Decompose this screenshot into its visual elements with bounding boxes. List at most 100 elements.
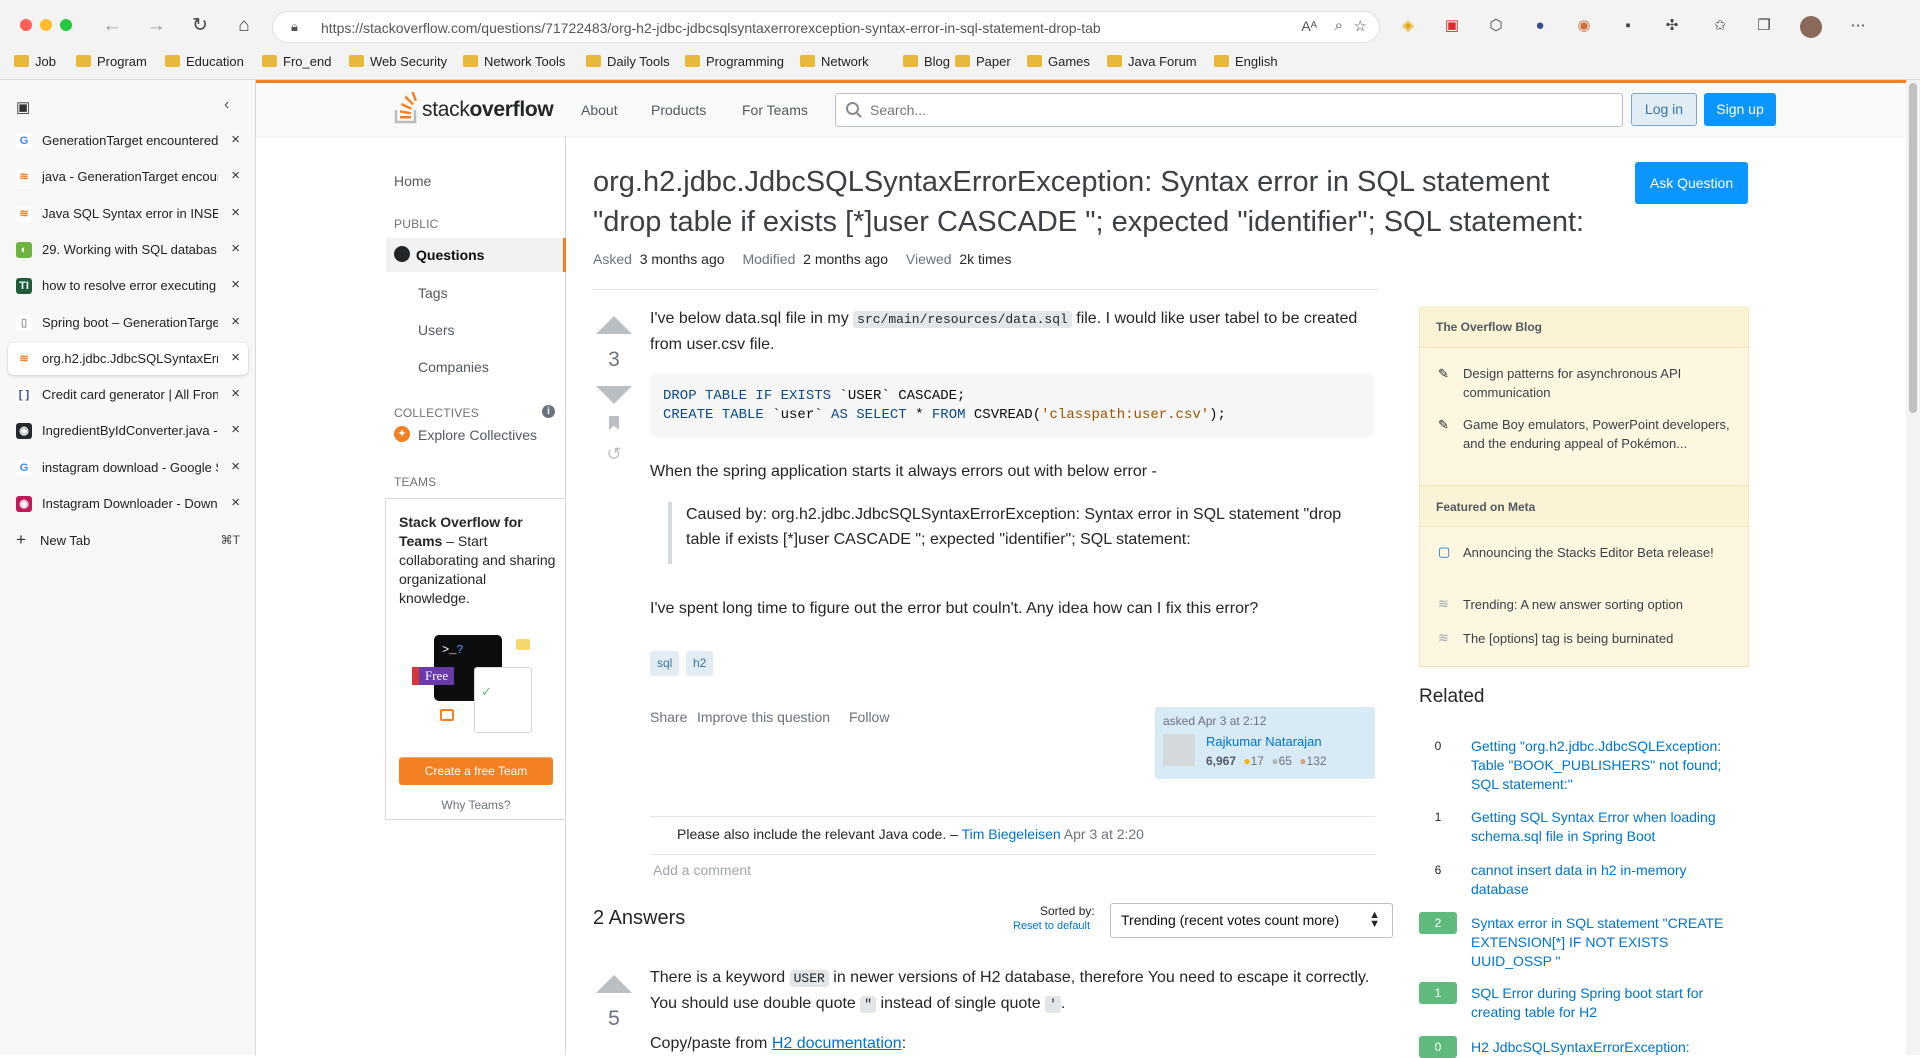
close-tab-icon[interactable]: × <box>231 458 240 475</box>
asker-name-link[interactable]: Rajkumar Natarajan <box>1206 734 1322 749</box>
maximize-window-icon[interactable] <box>60 19 72 31</box>
why-teams-link[interactable]: Why Teams? <box>386 798 566 812</box>
improve-question-link[interactable]: Improve this question <box>697 709 830 725</box>
browser-tab[interactable]: ◐ 29. Working with SQL databas × <box>8 234 248 266</box>
scrollbar-thumb[interactable] <box>1909 83 1917 413</box>
related-question-link[interactable]: SQL Error during Spring boot start for c… <box>1471 984 1746 1022</box>
nav-users[interactable]: Users <box>418 322 455 338</box>
browser-tab[interactable]: G GenerationTarget encountered × <box>8 125 248 157</box>
close-tab-icon[interactable]: × <box>231 349 240 366</box>
browser-tab[interactable]: ◉ IngredientByIdConverter.java - × <box>8 415 248 447</box>
meta-item[interactable]: The [options] tag is being burninated <box>1463 629 1733 648</box>
favorite-star-icon[interactable]: ☆ <box>1354 17 1367 35</box>
bookmark-programming[interactable]: Programming <box>685 54 784 69</box>
zoom-icon[interactable]: ⌕ <box>1335 17 1343 34</box>
close-tab-icon[interactable]: × <box>231 313 240 330</box>
forward-icon[interactable]: → <box>144 14 168 38</box>
close-tab-icon[interactable]: × <box>231 204 240 221</box>
extension-icon-5[interactable]: ◉ <box>1574 16 1594 36</box>
minimize-window-icon[interactable] <box>40 19 52 31</box>
related-question-link[interactable]: H2 JdbcSQLSyntaxErrorException: <box>1471 1038 1746 1057</box>
blog-item[interactable]: Design patterns for asynchronous API com… <box>1463 364 1733 402</box>
h2-documentation-link[interactable]: H2 documentation <box>772 1035 902 1052</box>
address-bar[interactable]: 🔒︎ https://stackoverflow.com/questions/7… <box>272 11 1380 43</box>
tab-actions-icon[interactable]: ▣ <box>16 98 30 116</box>
signup-button[interactable]: Sign up <box>1704 93 1776 126</box>
bookmark-games[interactable]: Games <box>1027 54 1090 69</box>
browser-tab[interactable]: [ ] Credit card generator | All Fron × <box>8 379 248 411</box>
reload-icon[interactable]: ↻ <box>188 14 212 38</box>
bookmark-education[interactable]: Education <box>165 54 244 69</box>
info-icon[interactable]: i <box>542 405 555 418</box>
site-logo[interactable]: stackoverflow <box>394 92 554 124</box>
profile-avatar[interactable] <box>1800 16 1822 38</box>
close-tab-icon[interactable]: × <box>231 167 240 184</box>
close-tab-icon[interactable]: × <box>231 240 240 257</box>
explore-collectives-link[interactable]: ✦ Explore Collectives <box>394 425 564 445</box>
nav-questions[interactable]: Questions <box>386 238 566 272</box>
bookmark-paper[interactable]: Paper <box>955 54 1011 69</box>
nav-about[interactable]: About <box>581 102 618 118</box>
ask-question-button[interactable]: Ask Question <box>1635 162 1748 204</box>
related-question-link[interactable]: cannot insert data in h2 in-memory datab… <box>1471 861 1746 899</box>
meta-item[interactable]: Announcing the Stacks Editor Beta releas… <box>1463 543 1733 562</box>
question-title[interactable]: org.h2.jdbc.JdbcSQLSyntaxErrorException:… <box>593 162 1613 242</box>
bookmark-network-tools[interactable]: Network Tools <box>463 54 565 69</box>
read-aloud-icon[interactable]: Aᴬ <box>1301 18 1317 34</box>
close-tab-icon[interactable]: × <box>231 494 240 511</box>
bookmark-english[interactable]: English <box>1214 54 1278 69</box>
related-question-link[interactable]: Getting "org.h2.jdbc.JdbcSQLException: T… <box>1471 737 1746 794</box>
bookmark-fro-end[interactable]: Fro_end <box>262 54 331 69</box>
upvote-arrow-icon[interactable] <box>596 316 632 334</box>
history-icon[interactable]: ↺ <box>596 444 632 465</box>
new-tab-button[interactable]: + New Tab ⌘T <box>8 526 248 554</box>
extension-icon-1[interactable]: ◈ <box>1398 16 1418 36</box>
nav-products[interactable]: Products <box>651 102 706 118</box>
extension-icon-3[interactable]: ⬡ <box>1486 16 1506 36</box>
tag-sql[interactable]: sql <box>650 651 680 676</box>
bookmark-blog[interactable]: Blog <box>903 54 950 69</box>
home-icon[interactable]: ⌂ <box>232 14 256 38</box>
share-link[interactable]: Share <box>650 709 687 725</box>
login-button[interactable]: Log in <box>1631 93 1697 126</box>
bookmark-web-security[interactable]: Web Security <box>349 54 447 69</box>
tag-h2[interactable]: h2 <box>686 651 714 676</box>
blog-item[interactable]: Game Boy emulators, PowerPoint developer… <box>1463 415 1733 453</box>
upvote-arrow-icon[interactable] <box>596 975 632 993</box>
reset-default-link[interactable]: Reset to default <box>1013 920 1090 932</box>
follow-link[interactable]: Follow <box>849 709 889 725</box>
meta-item[interactable]: Trending: A new answer sorting option <box>1463 595 1733 614</box>
bookmark-network[interactable]: Network <box>800 54 869 69</box>
nav-companies[interactable]: Companies <box>418 359 489 375</box>
search-box[interactable] <box>835 93 1623 127</box>
modified-value[interactable]: 2 months ago <box>803 251 888 267</box>
browser-tab[interactable]: ▯ Spring boot – GenerationTarget × <box>8 307 248 339</box>
collapse-panel-icon[interactable]: ‹ <box>224 96 229 114</box>
favorites-icon[interactable]: ✩ <box>1710 16 1730 36</box>
downvote-arrow-icon[interactable] <box>596 386 632 404</box>
bookmark-job[interactable]: Job <box>14 54 56 69</box>
browser-tab[interactable]: ≋ java - GenerationTarget encoun × <box>8 161 248 193</box>
sort-select[interactable]: Trending (recent votes count more) ▲ ▼ <box>1110 903 1393 938</box>
create-free-team-button[interactable]: Create a free Team <box>399 757 553 785</box>
browser-tab[interactable]: ≋ org.h2.jdbc.JdbcSQLSyntaxErr × <box>8 342 248 375</box>
nav-tags[interactable]: Tags <box>418 285 448 301</box>
search-input[interactable] <box>870 100 1610 120</box>
related-question-link[interactable]: Getting SQL Syntax Error when loading sc… <box>1471 808 1746 846</box>
related-question-link[interactable]: Syntax error in SQL statement "CREATE EX… <box>1471 914 1746 971</box>
more-menu-icon[interactable]: ⋯ <box>1848 16 1868 36</box>
nav-for-teams[interactable]: For Teams <box>742 102 808 118</box>
browser-tab[interactable]: Ginstagram download - Google S × <box>8 452 248 484</box>
close-tab-icon[interactable]: × <box>231 385 240 402</box>
add-comment-link[interactable]: Add a comment <box>653 862 751 878</box>
close-tab-icon[interactable]: × <box>231 421 240 438</box>
scrollbar[interactable] <box>1906 80 1920 1055</box>
browser-tab[interactable]: ≋ Java SQL Syntax error in INSER × <box>8 198 248 230</box>
extension-icon-2[interactable]: ▣ <box>1442 16 1462 36</box>
extension-icon-4[interactable]: ● <box>1530 16 1550 36</box>
back-icon[interactable]: ← <box>100 14 124 38</box>
close-tab-icon[interactable]: × <box>231 131 240 148</box>
browser-tab[interactable]: TI how to resolve error executing × <box>8 270 248 302</box>
close-tab-icon[interactable]: × <box>231 276 240 293</box>
bookmark-java-forum[interactable]: Java Forum <box>1107 54 1197 69</box>
